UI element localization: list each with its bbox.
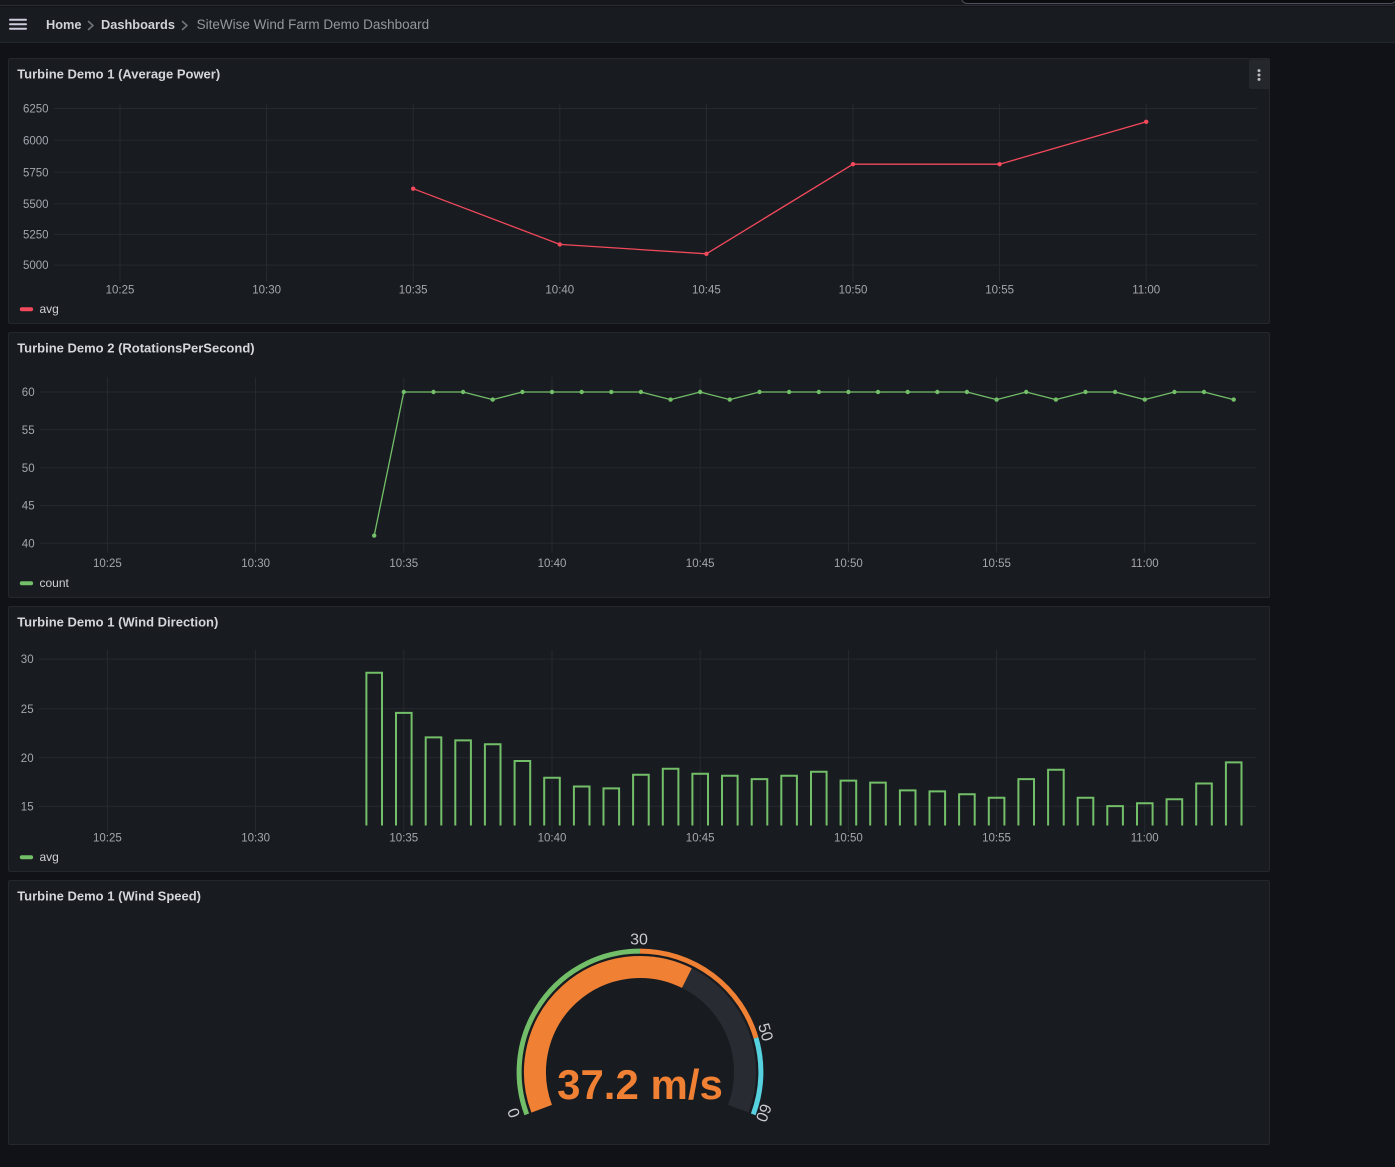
svg-text:10:55: 10:55: [982, 832, 1011, 844]
svg-text:5750: 5750: [23, 167, 49, 179]
svg-text:10:50: 10:50: [834, 558, 863, 570]
svg-text:10:30: 10:30: [241, 832, 270, 844]
svg-text:10:45: 10:45: [692, 285, 721, 297]
svg-text:Turbine Demo 1 (Average Power): Turbine Demo 1 (Average Power): [17, 67, 220, 82]
svg-text:60: 60: [22, 387, 35, 399]
svg-text:30: 30: [630, 931, 648, 948]
svg-text:11:00: 11:00: [1131, 832, 1159, 844]
svg-text:30: 30: [21, 654, 34, 666]
svg-text:20: 20: [21, 753, 34, 765]
svg-text:10:35: 10:35: [399, 285, 428, 297]
svg-text:10:50: 10:50: [834, 832, 863, 844]
svg-text:15: 15: [21, 801, 34, 813]
svg-text:10:40: 10:40: [538, 558, 567, 570]
svg-text:10:25: 10:25: [93, 558, 122, 570]
svg-text:5250: 5250: [23, 230, 49, 242]
svg-text:6250: 6250: [23, 104, 49, 116]
svg-text:25: 25: [21, 704, 34, 716]
svg-text:10:55: 10:55: [982, 558, 1011, 570]
svg-text:11:00: 11:00: [1131, 558, 1159, 570]
svg-text:avg: avg: [40, 302, 59, 316]
svg-text:40: 40: [22, 538, 35, 550]
svg-text:50: 50: [22, 463, 35, 475]
svg-text:45: 45: [22, 501, 35, 513]
svg-text:10:55: 10:55: [985, 285, 1014, 297]
svg-text:avg: avg: [40, 850, 59, 864]
svg-text:10:50: 10:50: [839, 285, 868, 297]
svg-text:6000: 6000: [23, 135, 49, 147]
svg-text:37.2 m/s: 37.2 m/s: [557, 1061, 723, 1108]
svg-text:Turbine Demo 1 (Wind Direction: Turbine Demo 1 (Wind Direction): [17, 615, 218, 630]
svg-text:Turbine Demo 2 (RotationsPerSe: Turbine Demo 2 (RotationsPerSecond): [17, 341, 254, 356]
svg-text:10:45: 10:45: [686, 558, 715, 570]
svg-text:5500: 5500: [23, 199, 49, 211]
svg-text:10:35: 10:35: [389, 558, 418, 570]
svg-text:10:25: 10:25: [93, 832, 122, 844]
svg-text:10:45: 10:45: [686, 832, 715, 844]
svg-text:5000: 5000: [23, 260, 49, 272]
svg-text:10:40: 10:40: [545, 285, 574, 297]
svg-text:10:25: 10:25: [106, 285, 135, 297]
svg-text:10:30: 10:30: [252, 285, 281, 297]
svg-text:10:40: 10:40: [538, 832, 567, 844]
svg-text:count: count: [40, 576, 70, 590]
svg-text:10:35: 10:35: [389, 832, 418, 844]
svg-text:Turbine Demo 1 (Wind Speed): Turbine Demo 1 (Wind Speed): [17, 889, 201, 904]
svg-text:10:30: 10:30: [241, 558, 270, 570]
svg-text:11:00: 11:00: [1132, 285, 1160, 297]
svg-text:0: 0: [505, 1105, 524, 1119]
svg-text:55: 55: [22, 425, 35, 437]
